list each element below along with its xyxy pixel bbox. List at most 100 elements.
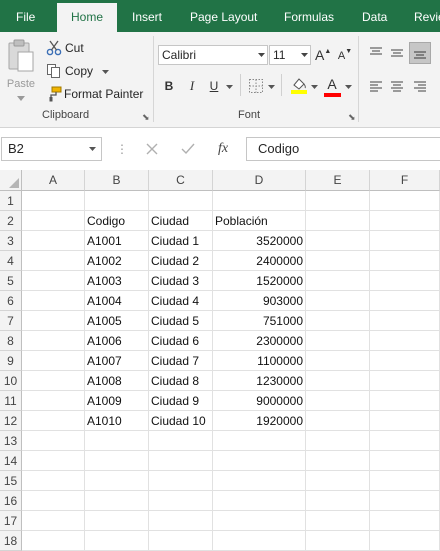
align-bottom-button[interactable] <box>409 42 431 64</box>
cell-d2[interactable]: Población <box>213 211 306 231</box>
cell-e6[interactable] <box>306 291 370 311</box>
cell-c12[interactable]: Ciudad 10 <box>149 411 213 431</box>
fill-color-dropdown-icon[interactable] <box>311 85 318 89</box>
cell-e14[interactable] <box>306 451 370 471</box>
cell-f4[interactable] <box>370 251 440 271</box>
cell-e17[interactable] <box>306 511 370 531</box>
row-header-2[interactable]: 2 <box>0 211 22 231</box>
cell-c9[interactable]: Ciudad 7 <box>149 351 213 371</box>
cell-a11[interactable] <box>22 391 85 411</box>
cell-b14[interactable] <box>85 451 149 471</box>
row-header-18[interactable]: 18 <box>0 531 22 551</box>
cell-d11[interactable]: 9000000 <box>213 391 306 411</box>
cell-f10[interactable] <box>370 371 440 391</box>
font-name-box[interactable]: Calibri <box>158 45 268 65</box>
cell-f6[interactable] <box>370 291 440 311</box>
grow-font-button[interactable]: A▲ <box>315 45 331 65</box>
row-header-5[interactable]: 5 <box>0 271 22 291</box>
align-center-icon[interactable] <box>389 80 405 94</box>
underline-button[interactable]: U <box>205 76 223 96</box>
column-header-b[interactable]: B <box>85 170 149 191</box>
tab-data[interactable]: Data <box>362 0 387 32</box>
cell-c17[interactable] <box>149 511 213 531</box>
cell-e11[interactable] <box>306 391 370 411</box>
cell-d7[interactable]: 751000 <box>213 311 306 331</box>
cell-d18[interactable] <box>213 531 306 551</box>
formula-input[interactable]: Codigo <box>246 137 440 161</box>
cell-f3[interactable] <box>370 231 440 251</box>
cell-f13[interactable] <box>370 431 440 451</box>
row-header-14[interactable]: 14 <box>0 451 22 471</box>
cell-c18[interactable] <box>149 531 213 551</box>
cell-e4[interactable] <box>306 251 370 271</box>
cell-a12[interactable] <box>22 411 85 431</box>
cell-f16[interactable] <box>370 491 440 511</box>
cell-e12[interactable] <box>306 411 370 431</box>
cell-e10[interactable] <box>306 371 370 391</box>
cell-e16[interactable] <box>306 491 370 511</box>
cell-a6[interactable] <box>22 291 85 311</box>
borders-icon[interactable] <box>248 78 264 94</box>
row-header-17[interactable]: 17 <box>0 511 22 531</box>
cell-b11[interactable]: A1009 <box>85 391 149 411</box>
cell-f5[interactable] <box>370 271 440 291</box>
tab-file[interactable]: File <box>16 0 35 32</box>
cell-b18[interactable] <box>85 531 149 551</box>
cell-e15[interactable] <box>306 471 370 491</box>
tab-page-layout[interactable]: Page Layout <box>190 0 257 32</box>
cell-d5[interactable]: 1520000 <box>213 271 306 291</box>
cell-d3[interactable]: 3520000 <box>213 231 306 251</box>
shrink-font-button[interactable]: A▼ <box>337 46 353 66</box>
cell-d12[interactable]: 1920000 <box>213 411 306 431</box>
cell-e18[interactable] <box>306 531 370 551</box>
copy-dropdown-icon[interactable] <box>102 70 109 74</box>
cell-f15[interactable] <box>370 471 440 491</box>
cell-d4[interactable]: 2400000 <box>213 251 306 271</box>
row-header-8[interactable]: 8 <box>0 331 22 351</box>
cell-d15[interactable] <box>213 471 306 491</box>
cell-f11[interactable] <box>370 391 440 411</box>
tab-review[interactable]: Revie <box>414 0 440 32</box>
cell-b17[interactable] <box>85 511 149 531</box>
cell-b10[interactable]: A1008 <box>85 371 149 391</box>
cell-c16[interactable] <box>149 491 213 511</box>
tab-home[interactable]: Home <box>57 3 117 32</box>
cell-d8[interactable]: 2300000 <box>213 331 306 351</box>
column-header-d[interactable]: D <box>213 170 306 191</box>
cut-button[interactable]: Cut <box>44 38 104 58</box>
row-header-1[interactable]: 1 <box>0 191 22 211</box>
row-header-3[interactable]: 3 <box>0 231 22 251</box>
cell-f8[interactable] <box>370 331 440 351</box>
row-header-15[interactable]: 15 <box>0 471 22 491</box>
cell-a7[interactable] <box>22 311 85 331</box>
cell-f14[interactable] <box>370 451 440 471</box>
cell-b2[interactable]: Codigo <box>85 211 149 231</box>
cell-b15[interactable] <box>85 471 149 491</box>
insert-function-icon[interactable]: fx <box>218 137 228 160</box>
cell-e9[interactable] <box>306 351 370 371</box>
column-header-a[interactable]: A <box>22 170 85 191</box>
cell-d14[interactable] <box>213 451 306 471</box>
cell-c15[interactable] <box>149 471 213 491</box>
row-header-12[interactable]: 12 <box>0 411 22 431</box>
align-right-icon[interactable] <box>412 80 428 94</box>
cell-c11[interactable]: Ciudad 9 <box>149 391 213 411</box>
align-top-icon[interactable] <box>368 46 384 60</box>
cell-b16[interactable] <box>85 491 149 511</box>
cell-e7[interactable] <box>306 311 370 331</box>
font-dialog-launcher-icon[interactable]: ⬊ <box>348 113 356 122</box>
cell-b6[interactable]: A1004 <box>85 291 149 311</box>
cell-b9[interactable]: A1007 <box>85 351 149 371</box>
cell-e3[interactable] <box>306 231 370 251</box>
align-middle-icon[interactable] <box>389 46 405 60</box>
column-header-c[interactable]: C <box>149 170 213 191</box>
column-header-e[interactable]: E <box>306 170 370 191</box>
cell-d17[interactable] <box>213 511 306 531</box>
paste-button[interactable]: Paste <box>4 36 38 102</box>
cell-a16[interactable] <box>22 491 85 511</box>
cell-b12[interactable]: A1010 <box>85 411 149 431</box>
font-color-button[interactable]: A <box>323 74 341 94</box>
cell-d1[interactable] <box>213 191 306 211</box>
italic-button[interactable]: I <box>183 76 201 96</box>
row-header-13[interactable]: 13 <box>0 431 22 451</box>
